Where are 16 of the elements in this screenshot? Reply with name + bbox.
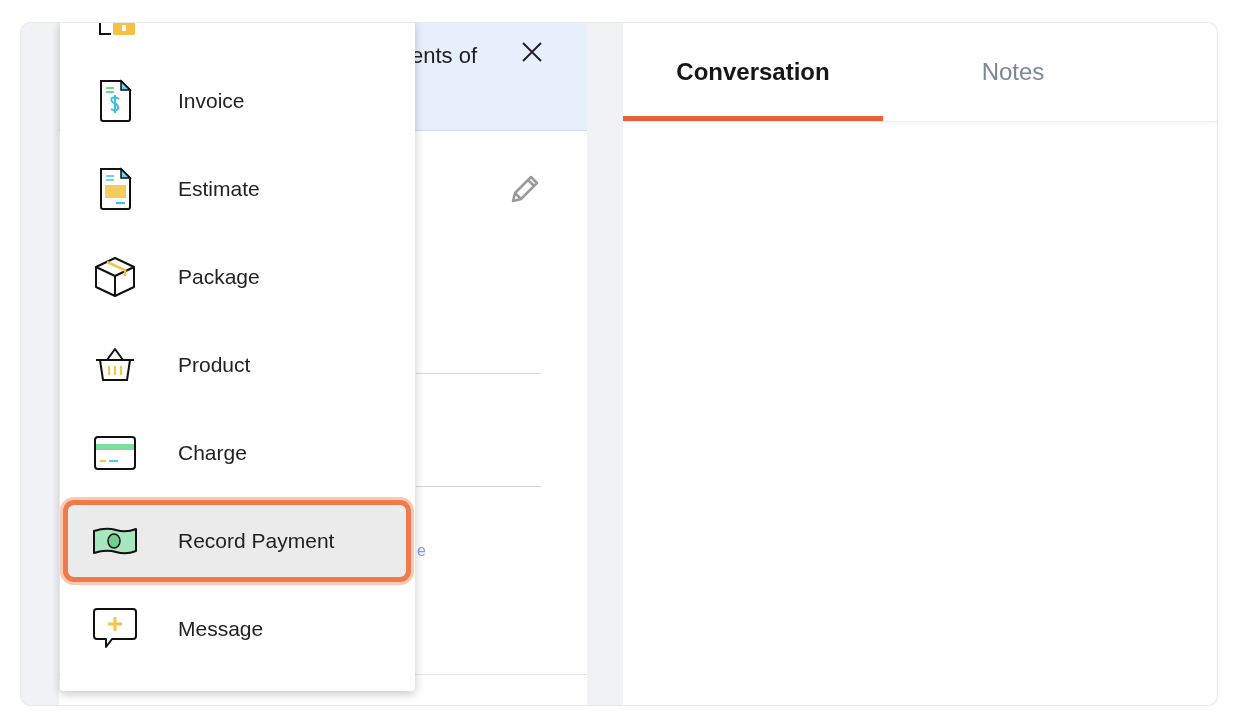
card-icon [93,435,137,471]
invoice-document-icon [98,79,132,123]
tab[interactable]: Conversation [623,23,883,121]
message-add-icon [92,607,138,651]
tab[interactable]: Notes [883,23,1143,121]
menu-item[interactable]: Invoice [68,65,406,137]
menu-item[interactable]: Message [68,593,406,665]
menu-item[interactable]: Package [68,241,406,313]
box-icon [93,255,137,299]
menu-item[interactable]: Estimate [68,153,406,225]
close-button[interactable] [521,41,544,63]
basket-icon [93,346,137,384]
estimate-document-icon [98,167,132,211]
menu-item[interactable]: Charge [68,417,406,489]
banknote-icon [92,525,138,557]
menu-item[interactable]: Product [68,329,406,401]
